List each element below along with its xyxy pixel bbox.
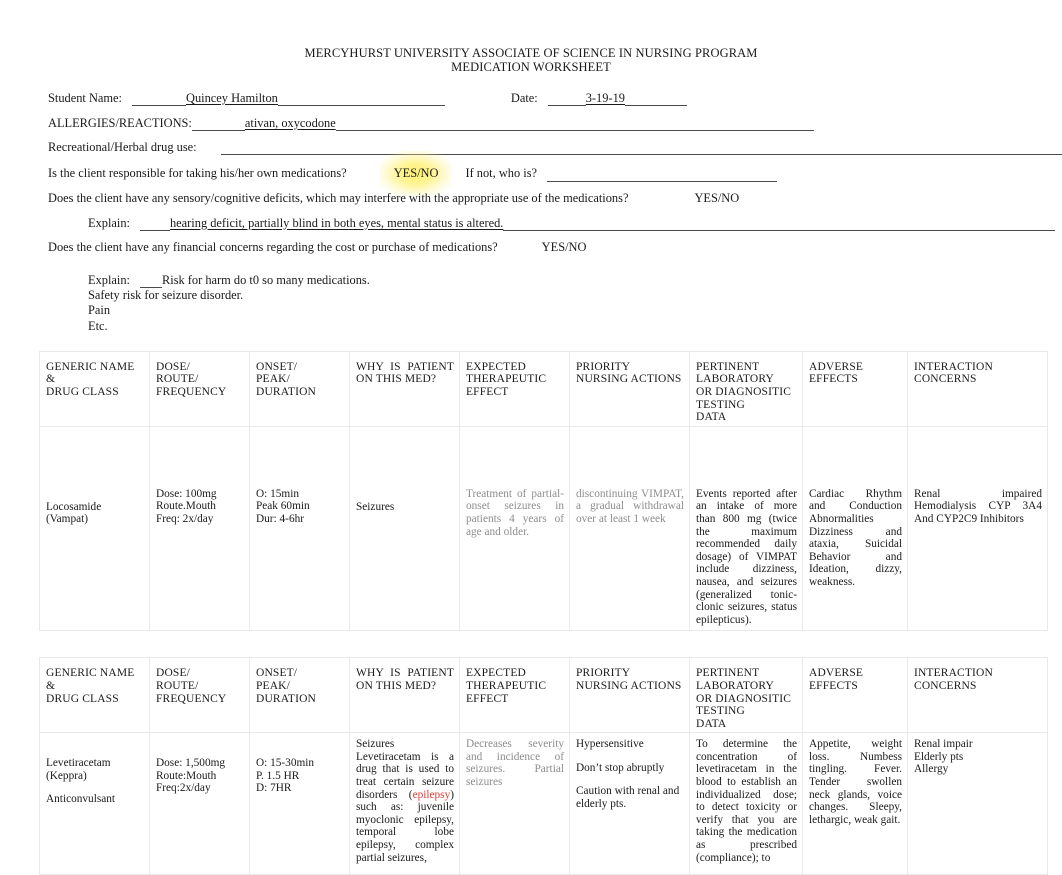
table-1-header-row: GENERIC NAME & DRUG CLASS DOSE/ ROUTE/ F… [39,350,1048,427]
allergies-row: ALLERGIES/REACTIONS: ativan, oxycodone [48,116,1046,131]
question-2-explain-row: Explain: hearing deficit, partially blind… [88,215,1056,231]
question-2-explain-value[interactable]: hearing deficit, partially blind in both… [170,216,503,230]
title-line-2: MEDICATION WORKSHEET [451,59,611,74]
table-gap [0,631,1062,657]
cell-nursing-actions: discontinuing VIMPAT, a gradual withdraw… [569,425,690,632]
cell-nursing-actions: Hypersensitive Don’t stop abruptly Cauti… [569,732,690,875]
header-lab-data: PERTINENT LABORATORY OR DIAGNOSITIC TEST… [689,657,803,734]
recreational-drug-label: Recreational/Herbal drug use: [48,140,197,154]
cell-generic-name: Levetiracetam (Keppra) Anticonvulsant [39,732,150,875]
cell-dose-route-frequency: Dose: 1,500mg Route:Mouth Freq:2x/day [149,732,250,875]
question-1-followup-label: If not, who is? [465,165,538,180]
cell-expected-effect: Decreases severity and incidence of seiz… [459,732,570,875]
header-onset-peak-duration: ONSET/ PEAK/ DURATION [249,657,350,734]
question-1-label: Is the client responsible for taking his… [48,165,347,180]
cell-interaction-concerns: Renal impair Elderly pts Allergy [907,732,1048,875]
header-lab-data: PERTINENT LABORATORY OR DIAGNOSITIC TEST… [689,350,803,427]
epilepsy-link[interactable]: epilepsy [413,789,451,801]
cell-why-on-med: Seizures Levetiracetam is a drug that is… [349,732,460,875]
form-section: Student Name: Quincey Hamilton Date: 3-19-1… [0,91,1062,334]
medication-table-1: GENERIC NAME & DRUG CLASS DOSE/ ROUTE/ F… [39,350,1048,632]
question-3-explain-line-1[interactable]: Safety risk for seizure disorder. [88,288,1046,303]
header-dose-route-frequency: DOSE/ ROUTE/ FREQUENCY [149,350,250,427]
recreational-drug-row: Recreational/Herbal drug use: [48,140,1062,155]
question-3-explain-label: Explain: [88,273,130,287]
cell-dose-route-frequency: Dose: 100mg Route.Mouth Freq: 2x/day [149,425,250,632]
student-name-label: Student Name: [48,91,122,105]
allergies-label: ALLERGIES/REACTIONS: [48,115,192,130]
cell-expected-effect: Treatment of partial-onset seizures in p… [459,425,570,632]
header-expected-effect: EXPECTED THERAPEUTIC EFFECT [459,350,570,427]
header-interaction-concerns: INTERACTION CONCERNS [907,657,1048,734]
cell-adverse-effects: Appetite, weight loss. Numbess tingling.… [802,732,908,875]
question-3-explain-line-3[interactable]: Etc. [88,319,1046,334]
student-name-row: Student Name: Quincey Hamilton Date: 3-19-1… [48,91,1046,106]
table-2-header-row: GENERIC NAME & DRUG CLASS DOSE/ ROUTE/ F… [39,657,1048,734]
question-2-answer[interactable]: YES/NO [694,191,739,205]
question-3-row: Does the client have any financial conce… [48,240,1046,255]
header-onset-peak-duration: ONSET/ PEAK/ DURATION [249,350,350,427]
document-page: MERCYHURST UNIVERSITY ASSOCIATE OF SCIEN… [0,0,1062,875]
question-3-explain-line-2[interactable]: Pain [88,303,1046,318]
question-3-answer[interactable]: YES/NO [542,240,587,254]
cell-interaction-concerns: Renal impaired Hemodialysis CYP 3A4 And … [907,425,1048,632]
header-adverse-effects: ADVERSE EFFECTS [802,657,908,734]
header-dose-route-frequency: DOSE/ ROUTE/ FREQUENCY [149,657,250,734]
title-line-1: MERCYHURST UNIVERSITY ASSOCIATE OF SCIEN… [304,46,758,60]
document-title: MERCYHURST UNIVERSITY ASSOCIATE OF SCIEN… [0,0,1062,74]
question-2-explain-label: Explain: [88,215,130,230]
question-3-label: Does the client have any financial conce… [48,240,498,254]
header-expected-effect: EXPECTED THERAPEUTIC EFFECT [459,657,570,734]
header-nursing-actions: PRIORITY NURSING ACTIONS [569,350,690,427]
header-generic-name: GENERIC NAME & DRUG CLASS [39,350,150,427]
header-why-on-med: WHY IS PATIENT ON THIS MED? [349,657,460,734]
cell-drug-class: Anticonvulsant [46,793,116,806]
cell-why-on-med-detail: Levetiracetam is a drug that is used to … [356,750,454,864]
table-row: Locosamide (Vampat) Dose: 100mg Route.Mo… [39,425,1048,632]
table-row: Levetiracetam (Keppra) Anticonvulsant Do… [39,732,1048,875]
cell-adverse-effects: Cardiac Rhythm and Conduction Abnormalit… [802,425,908,632]
question-3-explain-block: Explain: Risk for harm do t0 so many medi… [88,273,1046,334]
cell-onset-peak-duration: O: 15-30min P. 1.5 HR D: 7HR [249,732,350,875]
cell-onset-peak-duration: O: 15min Peak 60min Dur: 4-6hr [249,425,350,632]
question-1-answer[interactable]: YES/NO [379,150,453,196]
date-value[interactable]: 3-19-19 [586,91,625,105]
medication-table-2: GENERIC NAME & DRUG CLASS DOSE/ ROUTE/ F… [39,657,1048,875]
recreational-drug-input[interactable] [220,142,1062,155]
header-nursing-actions: PRIORITY NURSING ACTIONS [569,657,690,734]
header-interaction-concerns: INTERACTION CONCERNS [907,350,1048,427]
question-2-label: Does the client have any sensory/cogniti… [48,191,629,205]
cell-generic-name: Locosamide (Vampat) [39,425,150,632]
header-adverse-effects: ADVERSE EFFECTS [802,350,908,427]
cell-why-on-med: Seizures [349,425,460,632]
cell-lab-data: Events reported after an intake of more … [689,425,803,632]
cell-lab-data: To determine the concentration of leveti… [689,732,803,875]
question-2-row: Does the client have any sensory/cogniti… [48,191,1046,206]
date-label: Date: [510,91,538,105]
question-1-followup-input[interactable] [547,169,778,182]
student-name-value[interactable]: Quincey Hamilton [186,91,278,105]
question-1-row: Is the client responsible for taking his… [48,150,1046,196]
allergies-value[interactable]: ativan, oxycodone [245,116,336,130]
header-generic-name: GENERIC NAME & DRUG CLASS [39,657,150,734]
question-3-explain-line-0: Explain: Risk for harm do t0 so many medi… [88,273,370,289]
header-why-on-med: WHY IS PATIENT ON THIS MED? [349,350,460,427]
